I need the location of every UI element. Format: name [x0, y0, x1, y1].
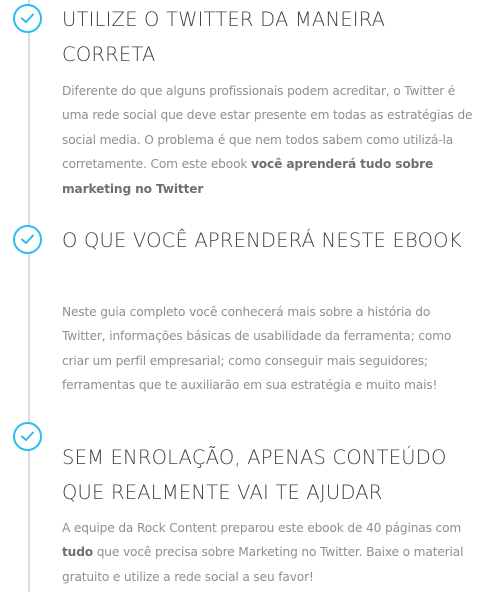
section-highlight: tudo	[62, 545, 93, 560]
timeline-line	[28, 0, 30, 592]
section-description: Neste guia completo você conhecerá mais …	[62, 305, 452, 393]
check-icon	[13, 4, 42, 33]
check-icon	[13, 422, 42, 451]
check-icon	[13, 225, 42, 254]
section-title: SEM ENROLAÇÃO, APENAS CONTEÚDO QUE REALM…	[62, 446, 447, 504]
section-title: UTILIZE O TWITTER DA MANEIRA CORRETA	[62, 8, 386, 66]
section-description: Diferente do que alguns profissionais po…	[62, 84, 473, 196]
section-title: O QUE VOCÊ APRENDERÁ NESTE EBOOK	[62, 229, 462, 252]
section-description: A equipe da Rock Content preparou este e…	[62, 521, 464, 584]
